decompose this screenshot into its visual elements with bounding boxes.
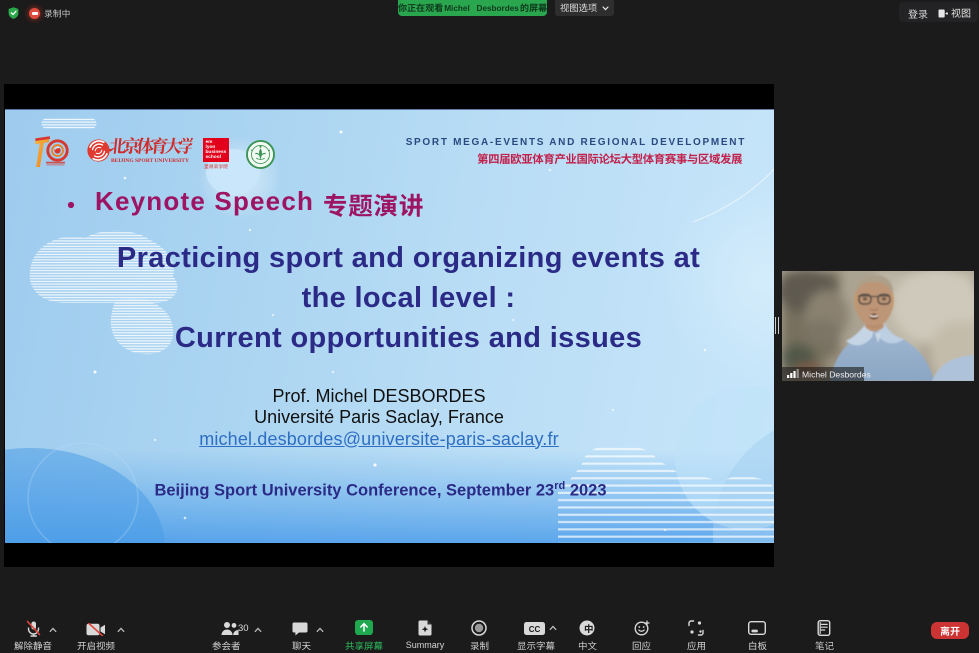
svg-text:Michel Desbordes: Michel Desbordes [802, 370, 871, 380]
svg-text:CC: CC [529, 625, 541, 634]
